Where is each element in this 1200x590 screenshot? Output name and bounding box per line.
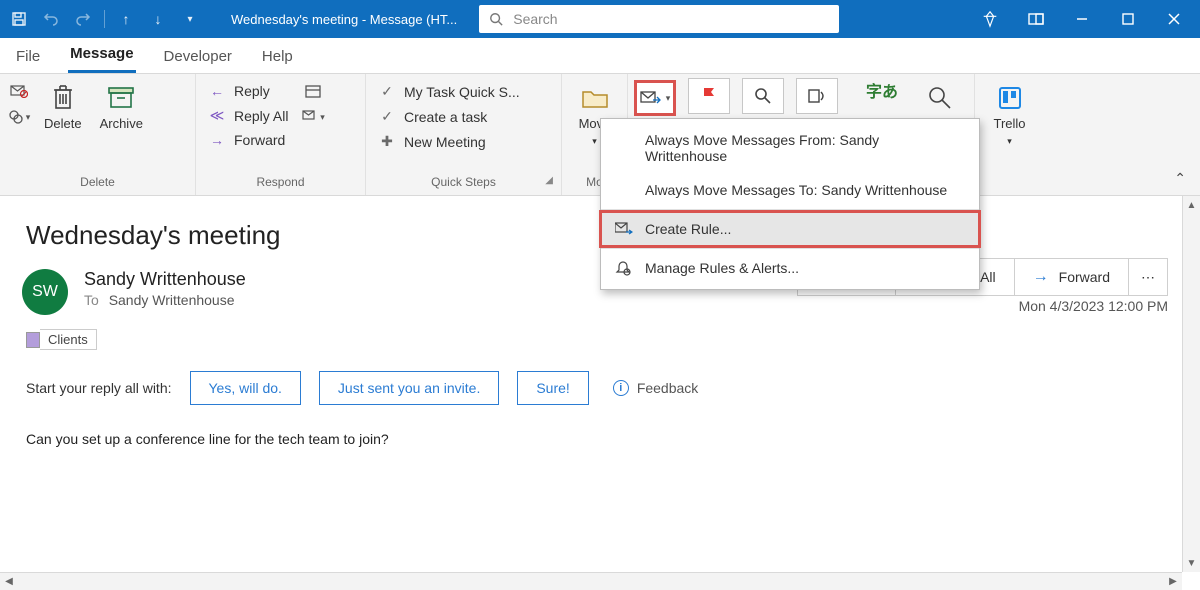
scroll-right-icon[interactable]: ▶ <box>1164 573 1182 590</box>
display-options-icon[interactable] <box>1014 4 1058 34</box>
search-input[interactable]: Search <box>479 5 839 33</box>
sender-avatar[interactable]: SW <box>22 269 68 315</box>
qat-more-icon[interactable]: ▾ <box>175 4 205 34</box>
group-label-quicksteps: Quick Steps◢ <box>372 173 555 193</box>
collapse-ribbon-icon[interactable]: ⌃ <box>1174 170 1186 187</box>
close-icon[interactable] <box>1152 4 1196 34</box>
bell-gear-icon <box>615 260 633 276</box>
reply-all-icon: ≪ <box>208 107 226 124</box>
zoom-icon <box>924 82 956 114</box>
quickstep-item[interactable]: ✓Create a task <box>372 105 555 128</box>
trello-button[interactable]: Trello▾ <box>988 78 1032 151</box>
envelope-arrow-icon <box>615 222 633 236</box>
recipient-name[interactable]: Sandy Writtenhouse <box>109 292 235 308</box>
save-icon[interactable] <box>4 4 34 34</box>
msg-more-button[interactable]: ⋯ <box>1128 258 1168 296</box>
trello-icon <box>994 82 1026 114</box>
suggested-reply[interactable]: Yes, will do. <box>190 371 301 405</box>
message-datetime: Mon 4/3/2023 12:00 PM <box>1019 298 1168 314</box>
category-color-swatch <box>26 332 40 348</box>
horizontal-scrollbar[interactable]: ◀ ▶ <box>0 572 1182 590</box>
flag-button[interactable] <box>688 78 730 114</box>
tab-developer[interactable]: Developer <box>162 42 234 73</box>
recipients-line: To Sandy Writtenhouse <box>84 292 246 308</box>
ellipsis-icon: ⋯ <box>1141 269 1155 286</box>
premium-icon[interactable] <box>968 4 1012 34</box>
menu-always-move-to[interactable]: Always Move Messages To: Sandy Writtenho… <box>601 173 979 207</box>
junk-icon[interactable]: ▾ <box>6 106 32 128</box>
quickstep-item[interactable]: ✚New Meeting <box>372 130 555 153</box>
delete-button[interactable]: Delete <box>38 78 88 136</box>
tab-message[interactable]: Message <box>68 39 135 73</box>
suggested-reply[interactable]: Just sent you an invite. <box>319 371 499 405</box>
prev-item-icon[interactable]: ↑ <box>111 4 141 34</box>
menu-always-move-from[interactable]: Always Move Messages From: Sandy Written… <box>601 123 979 173</box>
rules-dropdown-button[interactable]: ▾ <box>634 80 676 116</box>
translate-icon[interactable]: 字あ <box>866 78 898 102</box>
reply-button[interactable]: ←Reply <box>202 80 294 102</box>
clipboard-icon: ✓ <box>378 108 396 125</box>
scroll-down-icon[interactable]: ▼ <box>1183 554 1200 572</box>
category-chip[interactable]: Clients <box>26 329 97 350</box>
info-icon: i <box>613 380 629 396</box>
msg-forward-button[interactable]: →Forward <box>1014 258 1129 296</box>
feedback-link[interactable]: i Feedback <box>613 380 698 396</box>
forward-button[interactable]: →Forward <box>202 129 294 151</box>
menu-manage-rules[interactable]: Manage Rules & Alerts... <box>601 251 979 285</box>
tab-help[interactable]: Help <box>260 42 295 73</box>
redo-icon[interactable] <box>68 4 98 34</box>
window-title: Wednesday's meeting - Message (HT... <box>231 12 457 27</box>
clipboard-check-icon: ✓ <box>378 83 396 100</box>
forward-icon: → <box>208 132 226 148</box>
maximize-icon[interactable] <box>1106 4 1150 34</box>
more-respond-icon[interactable]: ▾ <box>300 106 326 128</box>
scroll-left-icon[interactable]: ◀ <box>0 573 18 590</box>
ignore-icon[interactable] <box>6 80 32 102</box>
quicksteps-launcher-icon[interactable]: ◢ <box>545 175 553 186</box>
scroll-up-icon[interactable]: ▲ <box>1183 196 1200 214</box>
sender-name[interactable]: Sandy Writtenhouse <box>84 269 246 290</box>
vertical-scrollbar[interactable]: ▲ ▼ <box>1182 196 1200 572</box>
forward-icon: → <box>1033 268 1049 286</box>
suggested-reply[interactable]: Sure! <box>517 371 588 405</box>
search-placeholder: Search <box>513 11 557 27</box>
menu-create-rule[interactable]: Create Rule... <box>601 212 979 246</box>
minimize-icon[interactable] <box>1060 4 1104 34</box>
find-button[interactable] <box>742 78 784 114</box>
group-label-delete: Delete <box>6 173 189 193</box>
suggested-replies-label: Start your reply all with: <box>26 380 172 396</box>
message-body: Can you set up a conference line for the… <box>26 431 1178 447</box>
read-aloud-button[interactable] <box>796 78 838 114</box>
reply-all-button[interactable]: ≪Reply All <box>202 104 294 127</box>
folder-move-icon <box>579 82 611 114</box>
trash-icon <box>47 82 79 114</box>
archive-button[interactable]: Archive <box>94 78 149 136</box>
tab-file[interactable]: File <box>14 42 42 73</box>
reply-icon: ← <box>208 83 226 99</box>
meeting-reply-icon[interactable] <box>300 80 326 102</box>
group-label-respond: Respond <box>202 173 359 193</box>
undo-icon[interactable] <box>36 4 66 34</box>
archive-icon <box>105 82 137 114</box>
quickstep-item[interactable]: ✓My Task Quick S... <box>372 80 555 103</box>
next-item-icon[interactable]: ↓ <box>143 4 173 34</box>
rules-dropdown-menu: Always Move Messages From: Sandy Written… <box>600 118 980 290</box>
calendar-plus-icon: ✚ <box>378 133 396 150</box>
